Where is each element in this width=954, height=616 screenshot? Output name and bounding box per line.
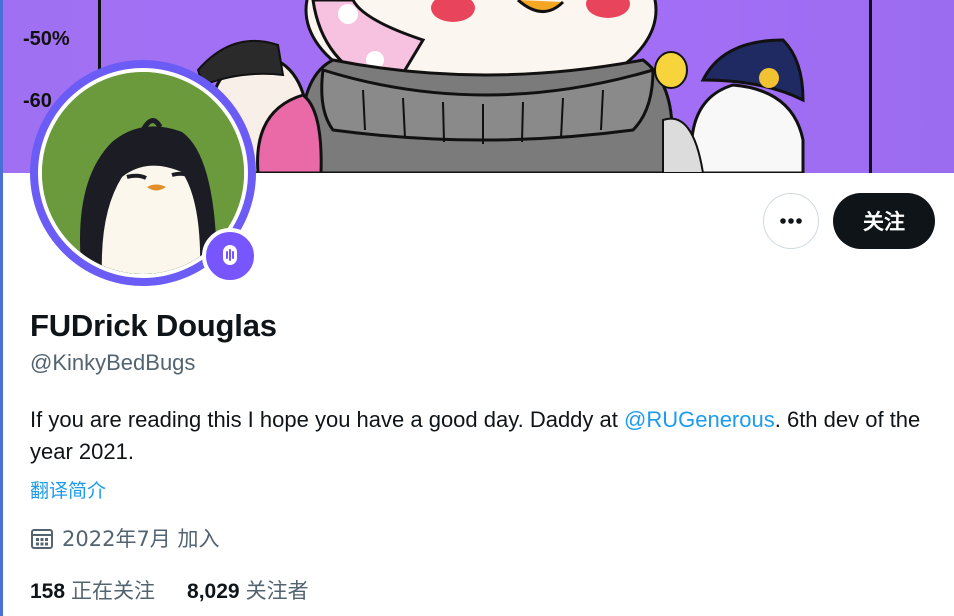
profile-bio: If you are reading this I hope you have … bbox=[30, 404, 930, 468]
translate-bio-link[interactable]: 翻译简介 bbox=[30, 476, 106, 503]
more-options-button[interactable] bbox=[763, 193, 819, 249]
followers-label: 关注者 bbox=[245, 579, 309, 603]
spaces-mic-icon[interactable] bbox=[202, 228, 258, 284]
profile-handle: @KinkyBedBugs bbox=[30, 350, 196, 375]
bio-text: If you are reading this I hope you have … bbox=[30, 407, 624, 432]
more-icon bbox=[780, 218, 802, 224]
following-link[interactable]: 158 正在关注 bbox=[30, 575, 155, 605]
following-count: 158 bbox=[30, 580, 66, 603]
follow-button[interactable]: 关注 bbox=[833, 193, 935, 249]
bio-mention-link[interactable]: @RUGenerous bbox=[624, 407, 775, 432]
calendar-icon bbox=[30, 526, 54, 550]
follow-stats: 158 正在关注 8,029 关注者 bbox=[30, 575, 309, 605]
followers-count: 8,029 bbox=[187, 580, 240, 603]
joined-date: 2022年7月 加入 bbox=[30, 524, 219, 552]
followers-link[interactable]: 8,029 关注者 bbox=[187, 575, 309, 605]
joined-text: 2022年7月 加入 bbox=[62, 527, 220, 551]
following-label: 正在关注 bbox=[71, 579, 156, 603]
profile-display-name: FUDrick Douglas bbox=[30, 308, 277, 343]
